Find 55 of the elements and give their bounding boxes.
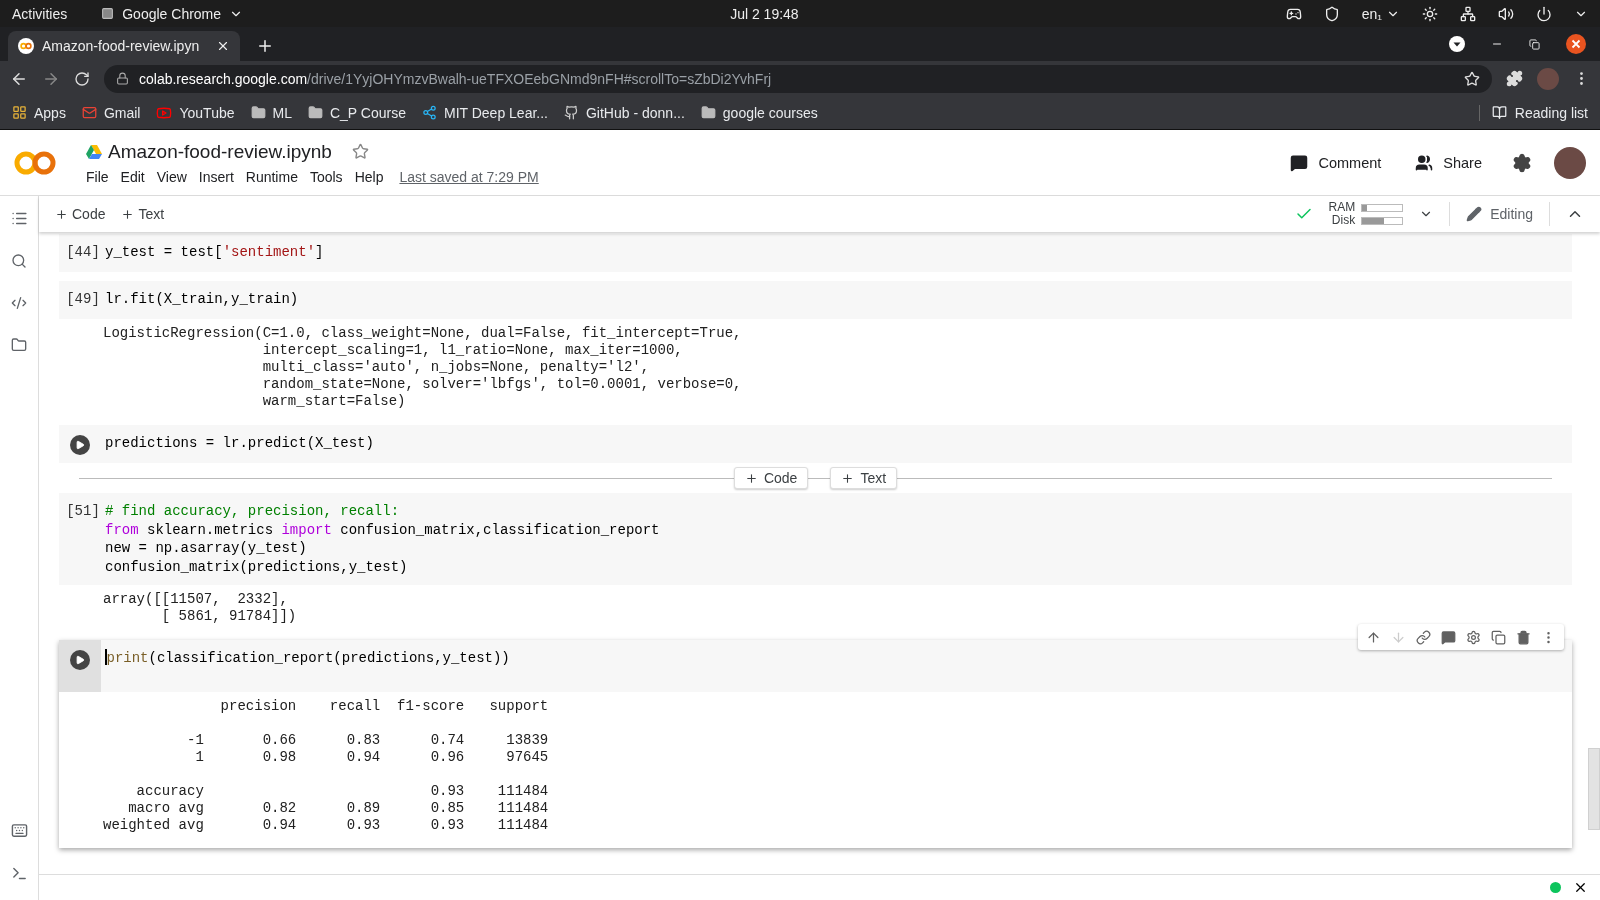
menu-item[interactable]: Insert [198, 168, 234, 185]
code-editor[interactable]: [49] lr.fit(X_train,y_train) [59, 281, 1572, 319]
url-text: colab.research.google.com/drive/1YyjOHYmzvBwalh-ueTFXOEebGNmd9nFH#scrollTo=sZbDi2YvhFrj [139, 70, 772, 87]
menu-item[interactable]: Tools [309, 168, 343, 185]
language-indicator[interactable]: en₁ [1361, 5, 1382, 22]
code-editor[interactable]: [51] # find accuracy, precision, recall: from sklearn.metrics import confusion_matrix,classification_report new = np.asarray(y_test) confusion_matrix(predictions,y_test) [59, 493, 1572, 585]
cell-output: precision recall f1-score support -1 0.66 0.83 0.74 13839 1 0.98 0.94 0.96 97645 accuracy 0.93 111484 macro avg 0.82 0.89 0.85 111484 weighted avg 0.94 0.93 0.93 111484 [102, 697, 550, 835]
menu-item[interactable]: View [156, 168, 187, 185]
bookmark[interactable]: MIT Deep Lear... [421, 104, 548, 121]
reading-list-button[interactable]: Reading list [1478, 104, 1588, 121]
app-menu[interactable]: Google Chrome [122, 5, 222, 22]
code-line: print(classification_report(predictions,y_test)) [105, 649, 510, 668]
menu-item[interactable]: File [86, 168, 109, 185]
editing-button[interactable]: Editing [1466, 206, 1533, 222]
execution-count: [44] [66, 244, 100, 262]
tab-title: Amazon-food-review.ipyn [42, 38, 201, 54]
cell-output: LogisticRegression(C=1.0, class_weight=None, dual=False, fit_intercept=True, intercept_scaling=1, l1_ratio=None, max_iter=1000, multi_class='auto', n_jobs=None, penalty='l2', random_state=None, solver='lbfgs', tol=0.0001, verbose=0, warm_start=False) [102, 324, 743, 411]
bookmark[interactable]: C_P Course [307, 104, 406, 121]
share-button[interactable]: Share [1409, 152, 1488, 173]
execution-count: [49] [66, 291, 100, 309]
add-code-button[interactable]: Code [733, 467, 809, 489]
activities-button[interactable]: Activities [12, 5, 68, 22]
code-line: new = np.asarray(y_test) [105, 539, 308, 558]
code-editor[interactable]: print(classification_report(predictions,y_test)) [59, 640, 1572, 692]
disk-label: Disk [1330, 214, 1356, 227]
menu-item[interactable]: Help [354, 168, 384, 185]
comment-button[interactable]: Comment [1284, 152, 1388, 173]
code-line: lr.fit(X_train,y_train) [105, 290, 299, 309]
bookmark[interactable]: Gmail [81, 104, 141, 121]
code-editor[interactable]: [44] y_test = test['sentiment'] [59, 234, 1572, 272]
menu-item[interactable]: Runtime [245, 168, 298, 185]
bookmark[interactable]: google courses [700, 104, 818, 121]
cell-output: array([[11507, 2332], [ 5861, 91784]]) [102, 590, 298, 626]
code-line: from sklearn.metrics import confusion_matrix,classification_report [105, 520, 660, 539]
code-line: confusion_matrix(predictions,y_test) [105, 557, 409, 576]
bookmark[interactable]: GitHub - donn... [564, 104, 685, 121]
code-line: # find accuracy, precision, recall: [105, 502, 401, 521]
bookmark[interactable]: ML [250, 104, 292, 121]
ram-label: RAM [1328, 201, 1356, 214]
resource-meter[interactable]: RAM Disk [1328, 201, 1404, 227]
bookmark[interactable]: YouTube [156, 104, 235, 121]
last-saved-link[interactable]: Last saved at 7:29 PM [399, 168, 539, 185]
code-line: predictions = lr.predict(X_test) [105, 434, 374, 453]
clock[interactable]: Jul 2 19:48 [730, 5, 799, 22]
bookmark[interactable]: Apps [12, 104, 66, 121]
menu-item[interactable]: Edit [120, 168, 145, 185]
execution-count: [51] [66, 503, 100, 521]
browser-tab[interactable]: Amazon-food-review.ipyn [8, 31, 240, 61]
add-text-button[interactable]: Text [121, 206, 165, 222]
add-text-button[interactable]: Text [830, 467, 898, 489]
code-line: y_test = test['sentiment'] [105, 243, 324, 262]
code-editor[interactable]: predictions = lr.predict(X_test) [59, 425, 1572, 463]
address-bar[interactable]: colab.research.google.com/drive/1YyjOHYmzvBwalh-ueTFXOEebGNmd9nFH#scrollTo=sZbDi2YvhFrj [104, 64, 1492, 93]
add-code-button[interactable]: Code [55, 206, 106, 222]
notebook-title[interactable]: Amazon-food-review.ipynb [108, 140, 332, 163]
